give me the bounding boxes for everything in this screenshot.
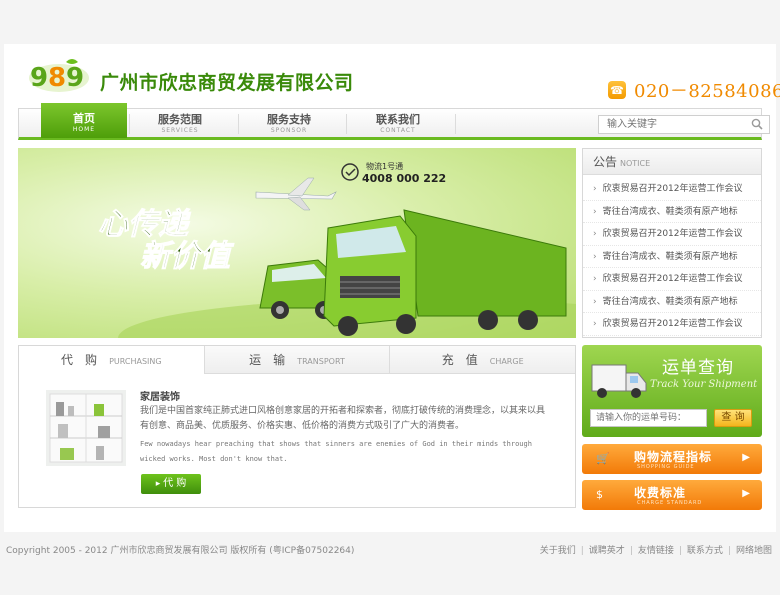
notice-item[interactable]: 寄往台湾成衣、鞋类须有原产地标 [583,201,761,223]
tab-label: 运输 [249,353,298,367]
notice-list: 欣衷贸易召开2012年运营工作会议 寄往台湾成衣、鞋类须有原产地标 欣衷贸易召开… [583,175,761,336]
slogan-line-2: 新价值 [140,239,235,274]
nav-label-en: SPONSOR [270,127,308,134]
nav-label: 服务支持 [267,113,311,126]
notice-item[interactable]: 寄往台湾成衣、鞋类须有原产地标 [583,246,761,268]
product-description-en: Few nowadays hear preaching that shows t… [140,440,532,463]
hotline-badge: 物流1号通 4008 000 222 [341,161,446,185]
tab-label-en: PURCHASING [109,357,162,366]
search-icon[interactable] [751,118,763,130]
footer-divider: | [678,546,682,556]
nav-label: 首页 [73,112,95,125]
notice-panel: 公告NOTICE 欣衷贸易召开2012年运营工作会议 寄往台湾成衣、鞋类须有原产… [582,148,762,338]
copyright-text: Copyright 2005 - 2012 广州市欣忠商贸发展有限公司 版权所有… [6,546,355,556]
track-query-button[interactable]: 查 询 [714,409,752,427]
charge-standard-button[interactable]: $ 收费标准 CHARGE STANDARD ▶ [582,480,762,510]
product-image[interactable] [46,390,126,466]
arrow-right-icon: ▶ [742,488,750,499]
banner-illustration: 物流1号通 4008 000 222 心传递 新价值 [98,161,576,338]
svg-text:8: 8 [48,63,66,93]
footer-link-sitemap[interactable]: 网络地图 [736,546,772,556]
footer-link-contact[interactable]: 联系方式 [687,546,723,556]
nav-item-services[interactable]: 服务范围 SERVICES [137,109,223,138]
tab-bar: 代购PURCHASING 运输TRANSPORT 充值CHARGE [19,346,575,375]
slogan-line-1: 心传递 [98,207,191,242]
footer-link-about[interactable]: 关于我们 [540,546,576,556]
footer-link-friends[interactable]: 友情链接 [638,546,674,556]
nav-divider [129,114,130,134]
charge-standard-label-en: CHARGE STANDARD [637,500,703,506]
nav-divider [455,114,456,134]
hotline-number: 4008 000 222 [362,172,446,185]
notice-header: 公告 NOTICE [583,149,761,175]
shipment-title: 运单查询 [662,358,734,378]
tracking-number-input[interactable] [590,409,707,427]
search-input[interactable] [599,116,745,133]
footer-divider: | [629,546,633,556]
product-title[interactable]: 家居装饰 [140,388,180,403]
notice-item[interactable]: 欣衷贸易召开2012年运营工作会议 [583,223,761,246]
phone-number: 020－82584086 [634,81,780,102]
phone-block: ☎ 020－82584086 [608,78,780,102]
product-description: 我们是中国首家纯正肺式进口风格创意家居的开拓者和探索者，彻底打破传统的消费理念，… [140,406,546,431]
nav-label: 联系我们 [376,113,420,126]
svg-text:9: 9 [30,63,48,93]
hotline-label: 物流1号通 [366,161,403,171]
tab-charge[interactable]: 充值CHARGE [389,346,575,373]
logo-icon[interactable]: 9 8 9 [26,56,92,94]
nav-divider [238,114,239,134]
airplane-icon [255,177,337,211]
nav-label-en: CONTACT [380,127,416,134]
search-box [598,115,770,134]
notice-item[interactable]: 欣衷贸易召开2012年运营工作会议 [583,178,761,201]
nav-label-en: SERVICES [161,127,199,134]
shipment-tracker: 运单查询 Track Your Shipment 查 询 [582,345,762,437]
purchase-button[interactable]: 代 购 [141,474,201,494]
nav-item-sponsor[interactable]: 服务支持 SPONSOR [246,109,332,138]
hero-banner[interactable]: 物流1号通 4008 000 222 心传递 新价值 [18,148,576,338]
page-container: 9 8 9 广州市欣忠商贸发展有限公司 ☎ 020－82584086 首页 HO… [4,44,780,532]
svg-text:9: 9 [66,63,84,93]
delivery-truck-icon [591,364,647,398]
notice-item[interactable]: 欣衷贸易召开2012年运营工作会议 [583,268,761,291]
yuan-icon: $ [596,488,603,501]
footer-links: 关于我们 | 诚聘英才 | 友情链接 | 联系方式 | 网络地图 [540,543,772,556]
company-name: 广州市欣忠商贸发展有限公司 [100,72,354,94]
service-tabs-panel: 代购PURCHASING 运输TRANSPORT 充值CHARGE 家居装饰 我… [18,345,576,508]
cart-icon: 🛒 [596,452,610,465]
notice-title-en: NOTICE [620,159,651,168]
shipment-subtitle: Track Your Shipment [650,379,758,390]
nav-label: 服务范围 [158,113,202,126]
shopping-guide-label: 购物流程指标 [634,450,713,464]
charge-standard-label: 收费标准 [634,486,687,500]
footer-link-careers[interactable]: 诚聘英才 [589,546,625,556]
nav-item-contact[interactable]: 联系我们 CONTACT [355,109,441,138]
tab-transport[interactable]: 运输TRANSPORT [203,346,390,373]
footer-divider: | [727,546,731,556]
shopping-guide-button[interactable]: 🛒 购物流程指标 SHOPPING GUIDE ▶ [582,444,762,474]
nav-item-home[interactable]: 首页 HOME [41,103,127,138]
tab-label: 充值 [441,353,490,367]
arrow-right-icon: ▶ [742,452,750,463]
phone-icon: ☎ [608,81,626,99]
notice-item[interactable]: 欣衷贸易召开2012年运营工作会议 [583,313,761,336]
shopping-guide-label-en: SHOPPING GUIDE [637,464,695,470]
tab-label-en: TRANSPORT [297,357,345,366]
tab-purchasing[interactable]: 代购PURCHASING [19,346,204,375]
nav-label-en: HOME [72,126,96,133]
notice-title: 公告 [593,155,618,169]
tab-label-en: CHARGE [489,357,524,366]
tab-label: 代购 [61,353,110,367]
footer-divider: | [580,546,584,556]
notice-item[interactable]: 寄往台湾成衣、鞋类须有原产地标 [583,291,761,313]
main-nav: 首页 HOME 服务范围 SERVICES 服务支持 SPONSOR 联系我们 … [18,103,770,140]
nav-divider [346,114,347,134]
